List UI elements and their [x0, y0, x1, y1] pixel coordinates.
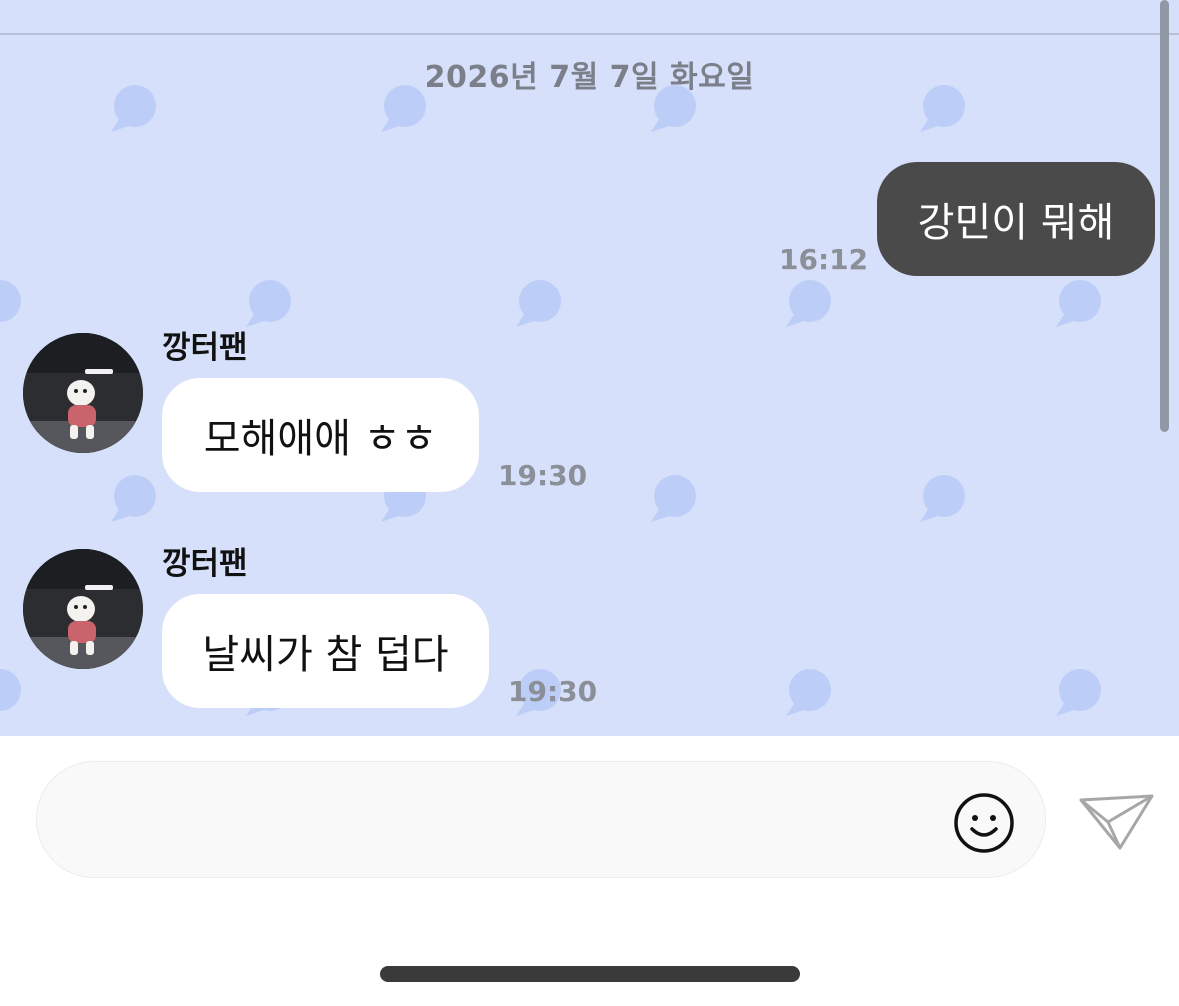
avatar[interactable] [23, 333, 143, 453]
message-time: 19:30 [498, 459, 588, 492]
message-bubble-received[interactable]: 모해애애 ㅎㅎ [162, 378, 479, 492]
chat-area[interactable]: 2026년 7월 7일 화요일 강민이 뭐해 16:12 깡터팬 모해애애 ㅎㅎ… [0, 0, 1179, 736]
avatar[interactable] [23, 549, 143, 669]
date-separator: 2026년 7월 7일 화요일 [424, 60, 755, 95]
message-bubble-received[interactable]: 날씨가 참 덥다 [162, 594, 489, 708]
sender-name: 깡터팬 [162, 330, 248, 366]
send-button[interactable] [1078, 790, 1156, 852]
message-composer[interactable] [36, 761, 1046, 878]
message-input[interactable] [77, 792, 941, 850]
home-indicator[interactable] [380, 966, 800, 982]
message-bubble-sent[interactable]: 강민이 뭐해 [877, 162, 1155, 276]
dog-photo-icon [23, 549, 143, 669]
dog-photo-icon [23, 333, 143, 453]
emoji-button[interactable] [952, 791, 1016, 855]
paper-plane-icon [1079, 794, 1154, 850]
header-divider [0, 33, 1179, 35]
message-time: 19:30 [508, 675, 598, 708]
sender-name: 깡터팬 [162, 546, 248, 582]
smiley-face-icon [954, 793, 1014, 853]
message-time: 16:12 [779, 243, 869, 276]
